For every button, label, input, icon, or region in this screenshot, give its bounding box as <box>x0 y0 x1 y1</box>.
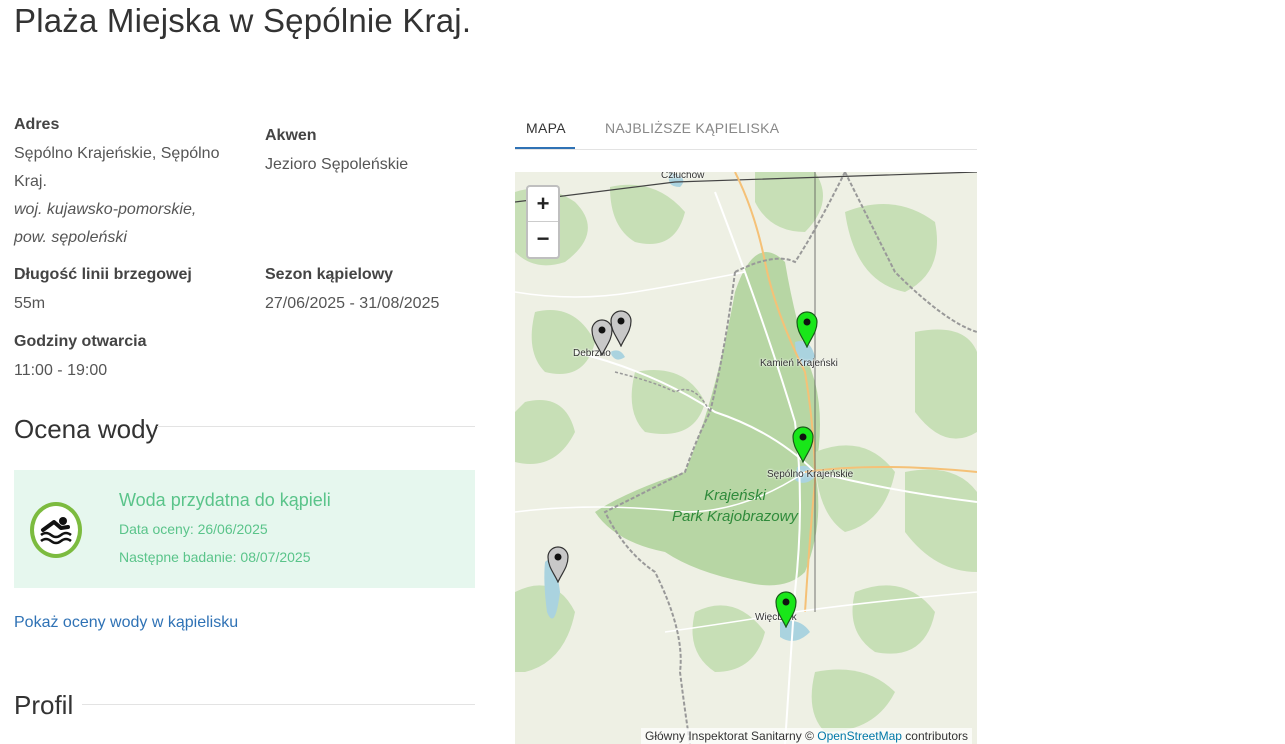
map[interactable]: Człuchów Debrzno Kamień Krajeński Sępóln… <box>515 172 977 744</box>
swimmer-icon <box>30 502 82 558</box>
water-quality-status: Woda przydatna do kąpieli <box>119 490 331 510</box>
season-value: 27/06/2025 - 31/08/2025 <box>265 295 440 312</box>
assessment-date: Data oceny: 26/06/2025 <box>119 521 268 537</box>
address-label: Adres <box>14 116 60 133</box>
address-region: pow. sępoleński <box>14 224 219 252</box>
address-line: woj. kujawsko-pomorskie, <box>14 201 197 218</box>
hours-label: Godziny otwarcia <box>14 333 147 350</box>
park-name-line: Krajeński <box>704 487 766 504</box>
address-line: Kraj. <box>14 173 47 190</box>
map-marker-suitable[interactable] <box>775 590 797 628</box>
profile-heading: Profil <box>14 690 74 720</box>
map-marker-inactive[interactable] <box>610 309 632 347</box>
address-value: Sępólno Krajeńskie, Sępólno Kraj. woj. k… <box>14 140 219 252</box>
tab-nearest-beaches[interactable]: NAJBLIŻSZE KĄPIELISKA <box>605 120 779 136</box>
map-marker-inactive[interactable] <box>547 545 569 583</box>
show-assessments-link[interactable]: Pokaż oceny wody w kąpielisku <box>14 614 238 632</box>
zoom-in-button[interactable]: + <box>528 187 558 221</box>
zoom-out-button[interactable]: − <box>528 221 558 256</box>
water-quality-heading: Ocena wody <box>14 414 159 444</box>
waterbody-value: Jezioro Sępoleńskie <box>265 156 409 173</box>
water-quality-card: Woda przydatna do kąpieli Data oceny: 26… <box>14 470 475 588</box>
section-divider <box>82 704 475 705</box>
map-tiles <box>515 172 977 744</box>
waterbody-label: Akwen <box>265 127 317 144</box>
map-marker-suitable[interactable] <box>796 310 818 348</box>
map-attribution: Główny Inspektorat Sanitarny © OpenStree… <box>640 728 972 744</box>
tab-map[interactable]: MAPA <box>526 120 566 136</box>
address-line: Sępólno Krajeńskie, Sępólno <box>14 145 220 162</box>
map-marker-suitable[interactable] <box>792 425 814 463</box>
address-line: pow. sępoleński <box>14 229 127 246</box>
map-label-czluchow: Człuchów <box>661 172 705 181</box>
tab-bar: MAPA NAJBLIŻSZE KĄPIELISKA <box>515 110 977 150</box>
shoreline-value: 55m <box>14 295 46 312</box>
next-test-date: Następne badanie: 08/07/2025 <box>119 549 311 565</box>
map-label-sepolno-krajenskie: Sępólno Krajeńskie <box>767 469 854 480</box>
zoom-control: + − <box>526 185 560 259</box>
active-tab-indicator <box>515 147 575 149</box>
address-region: woj. kujawsko-pomorskie, <box>14 196 219 224</box>
page-title: Plaża Miejska w Sępólnie Kraj. <box>14 2 472 39</box>
map-label-kamien-krajenski: Kamień Krajeński <box>760 358 838 369</box>
openstreetmap-link[interactable]: OpenStreetMap <box>817 729 902 743</box>
shoreline-label: Długość linii brzegowej <box>14 266 192 283</box>
park-name-line: Park Krajobrazowy <box>672 508 798 525</box>
attribution-text: contributors <box>901 729 968 743</box>
season-label: Sezon kąpielowy <box>265 266 394 283</box>
map-label-park: Krajeński Park Krajobrazowy <box>665 485 805 527</box>
hours-value: 11:00 - 19:00 <box>14 362 108 379</box>
section-divider <box>157 426 475 427</box>
attribution-text: Główny Inspektorat Sanitarny © <box>644 729 818 743</box>
